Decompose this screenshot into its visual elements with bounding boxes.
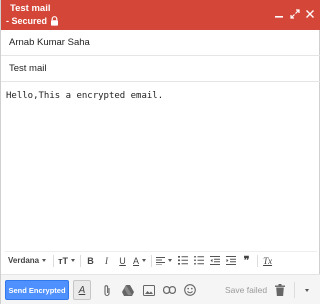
bulleted-list-icon: [193, 256, 204, 265]
toolbar-divider: [80, 254, 82, 267]
chevron-down-icon: [168, 259, 173, 262]
insert-link-icon[interactable]: [161, 282, 177, 298]
quote-button[interactable]: ❞: [239, 253, 254, 269]
message-body[interactable]: Hello,This a encrypted email.: [6, 90, 316, 240]
expand-icon[interactable]: [289, 8, 301, 20]
indent-less-icon: [209, 256, 220, 265]
toolbar-divider: [53, 254, 55, 267]
subject-field[interactable]: Test mail: [1, 56, 320, 82]
toolbar-divider: [257, 254, 259, 267]
insert-emoji-icon[interactable]: [182, 282, 198, 298]
indent-more-button[interactable]: [223, 253, 238, 269]
text-color-button[interactable]: A: [131, 253, 148, 269]
font-family-value: Verdana: [8, 256, 40, 265]
formatting-options-button[interactable]: A: [73, 280, 91, 300]
lock-icon: [50, 16, 59, 26]
remove-formatting-button[interactable]: Tx: [260, 253, 275, 269]
subject-value: Test mail: [9, 63, 47, 74]
text-color-icon: A: [133, 255, 140, 266]
close-icon[interactable]: [304, 8, 316, 20]
formatting-toolbar: Verdana тT B I U A ❞ Tx: [5, 251, 317, 269]
chevron-down-icon: [142, 259, 147, 262]
attach-file-icon[interactable]: [99, 282, 115, 298]
chevron-down-icon: [42, 259, 47, 262]
google-drive-icon[interactable]: [120, 282, 136, 298]
align-button[interactable]: [154, 253, 174, 269]
bold-button[interactable]: B: [83, 253, 98, 269]
discard-draft-icon[interactable]: [272, 282, 288, 298]
chevron-down-icon: [71, 259, 76, 262]
font-family-select[interactable]: Verdana: [5, 253, 49, 269]
align-left-icon: [156, 256, 166, 265]
toolbar-divider: [151, 254, 153, 267]
recipient-field[interactable]: Arnab Kumar Saha: [1, 30, 320, 56]
more-options-button[interactable]: [299, 282, 315, 298]
chevron-down-icon: [305, 288, 309, 292]
formatting-icon: A: [78, 284, 86, 296]
secured-indicator: - Secured: [6, 16, 59, 26]
compose-window: Test mail - Secured Arnab Kumar Saha Tes…: [0, 0, 320, 304]
numbered-list-button[interactable]: [175, 253, 190, 269]
insert-photo-icon[interactable]: [141, 282, 157, 298]
indent-more-icon: [225, 256, 236, 265]
numbered-list-icon: [177, 256, 188, 265]
recipient-value: Arnab Kumar Saha: [9, 37, 90, 48]
font-size-icon: тT: [58, 255, 69, 266]
italic-button[interactable]: I: [99, 253, 114, 269]
underline-button[interactable]: U: [115, 253, 130, 269]
send-encrypted-button[interactable]: Send Encrypted: [5, 280, 69, 300]
bottom-bar-divider: [294, 282, 295, 298]
font-size-button[interactable]: тT: [56, 253, 77, 269]
compose-header[interactable]: Test mail - Secured: [1, 0, 320, 30]
compose-title: Test mail: [10, 3, 51, 14]
indent-less-button[interactable]: [207, 253, 222, 269]
secured-label: - Secured: [6, 16, 48, 26]
bulleted-list-button[interactable]: [191, 253, 206, 269]
minimize-icon[interactable]: [273, 8, 285, 20]
save-status-text: Save failed: [225, 285, 268, 295]
compose-bottom-bar: Send Encrypted A Save failed: [1, 274, 320, 304]
